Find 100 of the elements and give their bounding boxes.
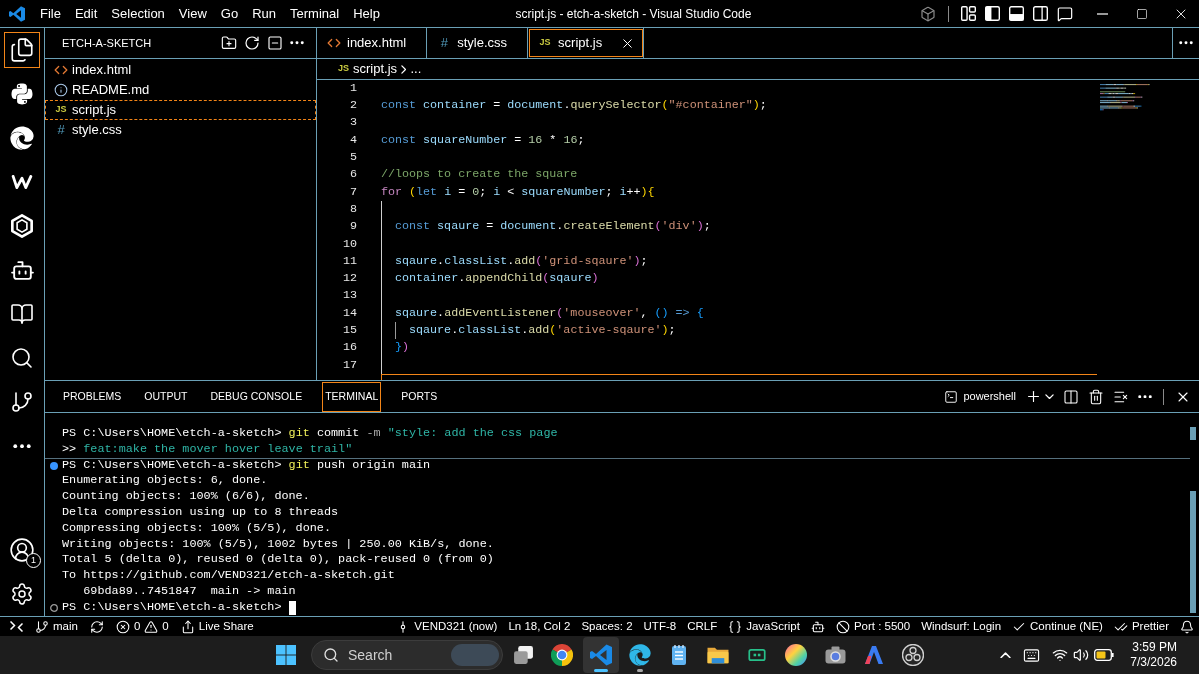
ribbon-logo-icon[interactable] [590, 644, 612, 666]
tricolor-circle-icon[interactable] [551, 644, 573, 666]
terminal-profile-button[interactable]: powershell [944, 388, 1016, 405]
more-icon[interactable] [290, 41, 304, 45]
robot-icon[interactable] [810, 619, 825, 634]
gradient-circle-icon[interactable] [785, 644, 807, 666]
folder-icon[interactable] [707, 646, 729, 664]
sidebar-toggle-icon[interactable] [985, 6, 1000, 21]
commit-info[interactable]: VEND321 (now) [396, 617, 498, 636]
line-number: 11 [341, 252, 357, 270]
files-icon [9, 37, 35, 63]
status-item[interactable]: Ln 18, Col 2 [508, 617, 571, 636]
panel-tab[interactable]: DEBUG CONSOLE [207, 381, 306, 412]
panel-tab[interactable]: TERMINAL [322, 381, 382, 412]
clock-time[interactable]: 3:59 PM [1132, 640, 1177, 655]
refresh-icon[interactable] [244, 35, 260, 51]
minimap [1100, 84, 1150, 113]
menu-item[interactable]: Edit [67, 3, 105, 24]
explorer-entry[interactable]: JS script.js [45, 100, 316, 120]
new-folder-icon[interactable] [221, 35, 237, 51]
bell-icon[interactable] [1180, 619, 1194, 634]
explorer-entry[interactable]: index.html [45, 60, 316, 80]
dotted-tile-icon[interactable] [748, 649, 766, 661]
code-line: }) [394, 339, 410, 357]
book-icon [10, 302, 34, 326]
status-item[interactable]: Spaces: 2 [581, 617, 633, 636]
cube-icon[interactable] [920, 5, 936, 22]
keyboard-icon[interactable] [1023, 646, 1041, 664]
menu-item[interactable]: Help [346, 3, 387, 24]
panel-toggle-icon[interactable] [1009, 6, 1024, 21]
angle-brackets-icon [327, 36, 341, 50]
more-icon[interactable] [1138, 394, 1152, 399]
line-number: 15 [341, 322, 357, 340]
status-item[interactable]: UTF-8 [643, 617, 677, 636]
editor-tab[interactable]: JS script.js [528, 28, 645, 58]
volume-icon[interactable] [1073, 647, 1090, 663]
terminal-line: Compressing objects: 100% (5/5), done. [62, 519, 331, 537]
terminal-line: PS C:\Users\HOME\etch-a-sketch> [62, 598, 283, 616]
explorer-entry[interactable]: README.md [45, 80, 316, 100]
trash-icon[interactable] [1088, 388, 1104, 405]
port-button[interactable]: Port : 5500 [835, 617, 911, 636]
status-item[interactable]: Continue (NE) [1012, 617, 1103, 636]
battery-icon[interactable] [1094, 649, 1115, 661]
line-number: 6 [349, 166, 357, 184]
zigzag-logo-icon [11, 175, 33, 189]
line-number: 2 [349, 97, 357, 115]
settings-icon[interactable] [10, 582, 34, 606]
notepad-icon[interactable] [671, 644, 687, 666]
formatter-button[interactable]: Prettier [1113, 617, 1169, 636]
hexagon-ring-icon [11, 214, 33, 238]
menu-item[interactable]: Terminal [283, 3, 347, 24]
minimize-icon[interactable] [1096, 12, 1108, 15]
menu-item[interactable]: Selection [104, 3, 172, 24]
activity-bar-button[interactable] [4, 32, 40, 68]
more-icon[interactable] [1179, 41, 1193, 45]
terminal-line: Writing objects: 100% (5/5), 1002 bytes | 250.00 KiB/s, done. [62, 535, 494, 553]
plus-icon[interactable] [1025, 388, 1042, 405]
editor-tab[interactable]: index.html [317, 28, 428, 58]
taskbar-app-button[interactable] [583, 637, 619, 673]
peak-logo-icon[interactable] [865, 646, 883, 664]
clock-date[interactable]: 7/3/2026 [1130, 655, 1177, 670]
panel-tab[interactable]: OUTPUT [141, 381, 191, 412]
menu-item[interactable]: File [33, 3, 68, 24]
account-icon[interactable] [9, 537, 35, 563]
panel-tab[interactable]: PORTS [398, 381, 441, 412]
status-item[interactable]: Windsurf: Login [921, 617, 1002, 636]
circular-arrows-icon[interactable] [89, 619, 104, 634]
chevron-down-icon[interactable] [1045, 393, 1054, 400]
line-number: 3 [349, 114, 357, 132]
breadcrumb-item[interactable]: ... [410, 59, 422, 79]
terminal-line: >> feat:make the mover hover leave trail" [62, 440, 353, 458]
chat-icon[interactable] [1057, 5, 1073, 22]
secondary-sidebar-toggle-icon[interactable] [1033, 6, 1048, 21]
terminal-line: Total 5 (delta 0), reused 0 (delta 0), pack-reused 0 (from 0) [62, 551, 494, 569]
status-item[interactable]: CRLF [687, 617, 718, 636]
explorer-entry[interactable]: # style.css [45, 120, 316, 140]
wifi-icon[interactable] [1052, 647, 1069, 663]
task-view-icon[interactable] [512, 644, 534, 666]
problems-button[interactable]: 0 0 [115, 617, 169, 636]
swirl-logo-icon[interactable] [629, 644, 651, 666]
menu-item[interactable]: Go [213, 3, 246, 24]
branch-button[interactable]: main [35, 617, 78, 636]
line-number: 12 [341, 270, 357, 288]
split-icon[interactable] [1063, 388, 1079, 405]
inward-chevrons-icon[interactable] [10, 621, 23, 632]
language-button[interactable]: JavaScript [728, 617, 800, 636]
ring-logo-icon[interactable] [902, 644, 924, 666]
panel-tab[interactable]: PROBLEMS [60, 381, 125, 412]
collapse-icon[interactable] [267, 35, 283, 51]
breadcrumb-item[interactable]: script.js [353, 59, 398, 79]
layout-icon[interactable] [961, 6, 976, 21]
ribbon-logo-icon [8, 5, 25, 22]
chevron-up-icon[interactable] [1000, 651, 1012, 659]
live-share-button[interactable]: Live Share [180, 617, 254, 636]
maximize-icon[interactable] [1136, 7, 1148, 20]
menu-item[interactable]: View [171, 3, 214, 24]
scrollbar[interactable] [1190, 427, 1196, 613]
menu-item[interactable]: Run [245, 3, 283, 24]
editor-tab[interactable]: # style.css [427, 28, 529, 58]
camera-icon[interactable] [824, 646, 846, 664]
